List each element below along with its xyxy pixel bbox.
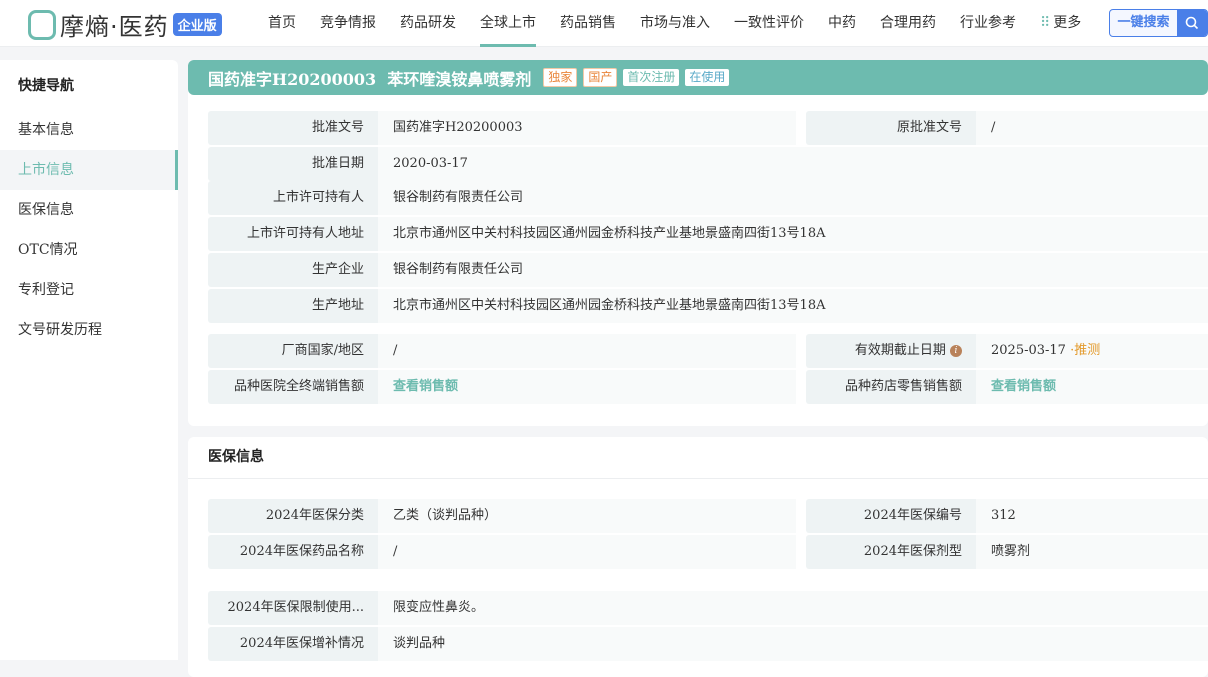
label: 2024年医保编号 [806, 499, 976, 533]
field-ins-restriction: 2024年医保限制使用... 限变应性鼻炎。 [208, 591, 1208, 625]
field-ins-category: 2024年医保分类 乙类（谈判品种） [208, 499, 796, 533]
nav-consistency[interactable]: 一致性评价 [722, 0, 816, 47]
field-pharmacy-sales: 品种药店零售销售额 查看销售额 [806, 370, 1208, 404]
nav-intel[interactable]: 竞争情报 [308, 0, 388, 47]
field-ins-code: 2024年医保编号 312 [806, 499, 1208, 533]
value: / [378, 535, 796, 569]
label: 生产地址 [208, 289, 378, 323]
logo-icon [28, 9, 56, 40]
info-icon[interactable]: i [950, 344, 962, 357]
value: 限变应性鼻炎。 [378, 591, 1208, 625]
label: 生产企业 [208, 253, 378, 287]
field-manufacturer: 生产企业 银谷制药有限责任公司 [208, 253, 1208, 287]
sidebar-item-basic[interactable]: 基本信息 [0, 110, 178, 150]
value: / [378, 334, 796, 368]
value: 2025-03-17 ·推测 [976, 334, 1208, 368]
value: 312 [976, 499, 1208, 533]
view-hospital-sales-link[interactable]: 查看销售额 [393, 379, 458, 394]
value: 北京市通州区中关村科技园区通州园金桥科技产业基地景盛南四街13号18A [378, 289, 1208, 323]
label: 品种医院全终端销售额 [208, 370, 378, 404]
label: 2024年医保分类 [208, 499, 378, 533]
field-expiry: 有效期截止日期 i 2025-03-17 ·推测 [806, 334, 1208, 368]
field-holder: 上市许可持有人 银谷制药有限责任公司 [208, 181, 1208, 215]
label: 批准文号 [208, 111, 378, 145]
top-header: 摩熵·医药 企业版 首页 竞争情报 药品研发 全球上市 药品销售 市场与准入 一… [0, 0, 1208, 47]
label: 2024年医保药品名称 [208, 535, 378, 569]
value: 乙类（谈判品种） [378, 499, 796, 533]
label-text: 有效期截止日期 [854, 343, 946, 358]
value: 2020-03-17 [378, 147, 1208, 181]
drug-title: 国药准字H20200003 苯环喹溴铵鼻喷雾剂 [208, 69, 532, 89]
insurance-section-title: 医保信息 [188, 437, 1208, 479]
field-country: 厂商国家/地区 / [208, 334, 796, 368]
label: 2024年医保限制使用... [208, 591, 378, 625]
sidebar-item-patent[interactable]: 专利登记 [0, 270, 178, 310]
logo[interactable]: 摩熵·医药 企业版 [28, 7, 222, 42]
nav-market-access[interactable]: 市场与准入 [628, 0, 722, 47]
field-approval-date: 批准日期 2020-03-17 [208, 147, 1208, 181]
label: 批准日期 [208, 147, 378, 181]
edition-badge: 企业版 [172, 13, 222, 36]
sidebar-item-insurance[interactable]: 医保信息 [0, 190, 178, 230]
field-ins-supplement: 2024年医保增补情况 谈判品种 [208, 627, 1208, 661]
sidebar-item-history[interactable]: 文号研发历程 [0, 310, 178, 350]
field-ins-form: 2024年医保剂型 喷雾剂 [806, 535, 1208, 569]
field-holder-address: 上市许可持有人地址 北京市通州区中关村科技园区通州园金桥科技产业基地景盛南四街13… [208, 217, 1208, 251]
value: 北京市通州区中关村科技园区通州园金桥科技产业基地景盛南四街13号18A [378, 217, 1208, 251]
tag-first-registration: 首次注册 [623, 69, 680, 86]
label: 上市许可持有人地址 [208, 217, 378, 251]
tag-in-use: 在使用 [685, 69, 730, 86]
sidebar-item-otc[interactable]: OTC情况 [0, 230, 178, 270]
sidebar-title: 快捷导航 [18, 78, 74, 94]
search-icon[interactable] [1177, 10, 1207, 36]
label: 有效期截止日期 i [806, 334, 976, 368]
label: 2024年医保增补情况 [208, 627, 378, 661]
value: / [976, 111, 1208, 145]
value: 银谷制药有限责任公司 [378, 181, 1208, 215]
value: 国药准字H20200003 [378, 111, 796, 145]
nav-tcm[interactable]: 中药 [816, 0, 868, 47]
logo-text: 摩熵·医药 [60, 13, 169, 41]
label: 厂商国家/地区 [208, 334, 378, 368]
value: 谈判品种 [378, 627, 1208, 661]
nav-rational-use[interactable]: 合理用药 [868, 0, 948, 47]
field-mfg-address: 生产地址 北京市通州区中关村科技园区通州园金桥科技产业基地景盛南四街13号18A [208, 289, 1208, 323]
nav-global-market[interactable]: 全球上市 [468, 0, 548, 47]
label: 2024年医保剂型 [806, 535, 976, 569]
value: 银谷制药有限责任公司 [378, 253, 1208, 287]
estimate-badge: ·推测 [1070, 343, 1101, 358]
grid-dots-icon: ⠿ [1040, 15, 1051, 31]
field-approval-no: 批准文号 国药准字H20200003 [208, 111, 796, 145]
drug-title-bar: 国药准字H20200003 苯环喹溴铵鼻喷雾剂 独家 国产 首次注册 在使用 [188, 60, 1208, 95]
field-hospital-sales: 品种医院全终端销售额 查看销售额 [208, 370, 796, 404]
nav-sales[interactable]: 药品销售 [548, 0, 628, 47]
label: 品种药店零售销售额 [806, 370, 976, 404]
quick-nav-sidebar: 快捷导航 基本信息 上市信息 医保信息 OTC情况 专利登记 文号研发历程 [0, 60, 178, 660]
sidebar-item-market[interactable]: 上市信息 [0, 150, 178, 190]
nav-rd[interactable]: 药品研发 [388, 0, 468, 47]
search-label[interactable]: 一键搜索 [1110, 10, 1177, 36]
field-ins-name: 2024年医保药品名称 / [208, 535, 796, 569]
nav-home[interactable]: 首页 [256, 0, 308, 47]
field-orig-approval-no: 原批准文号 / [806, 111, 1208, 145]
label: 上市许可持有人 [208, 181, 378, 215]
nav-industry[interactable]: 行业参考 [948, 0, 1028, 47]
tag-exclusive: 独家 [543, 68, 578, 87]
view-pharmacy-sales-link[interactable]: 查看销售额 [991, 379, 1056, 394]
nav-more-label: 更多 [1053, 15, 1082, 31]
value: 喷雾剂 [976, 535, 1208, 569]
label: 原批准文号 [806, 111, 976, 145]
tag-domestic: 国产 [583, 68, 618, 87]
expiry-date: 2025-03-17 [991, 343, 1066, 358]
one-click-search[interactable]: 一键搜索 [1109, 9, 1208, 37]
nav-more[interactable]: ⠿ 更多 [1028, 0, 1093, 47]
main-nav: 首页 竞争情报 药品研发 全球上市 药品销售 市场与准入 一致性评价 中药 合理… [256, 0, 1093, 47]
